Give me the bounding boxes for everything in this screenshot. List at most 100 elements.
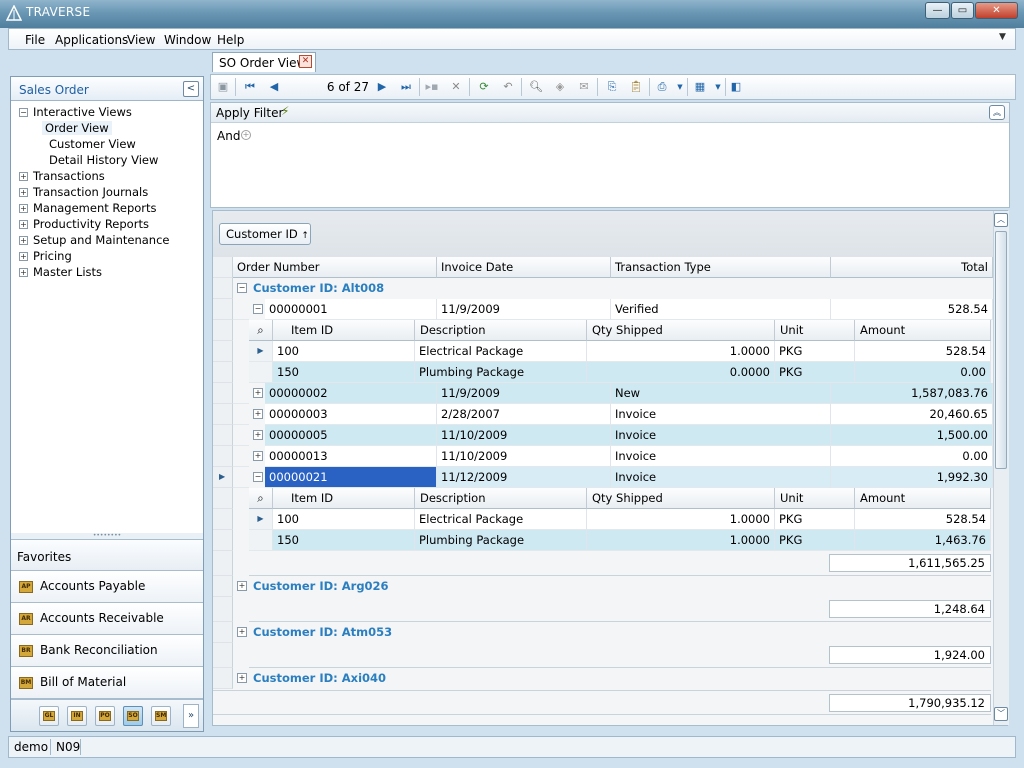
expand-icon[interactable]: + <box>19 220 28 229</box>
previous-record-icon[interactable]: ◀ <box>267 80 281 94</box>
qty-shipped[interactable]: 1.0000 <box>587 509 775 530</box>
detail-header-unit[interactable]: Unit <box>775 320 855 341</box>
detail-header-item-id[interactable]: Item ID <box>273 488 415 509</box>
order-number[interactable]: 00000013 <box>265 446 437 467</box>
export-icon[interactable]: ⎙ <box>655 80 669 94</box>
order-number[interactable]: 00000001 <box>265 299 437 320</box>
nav-bank-reconciliation[interactable]: BR Bank Reconciliation <box>11 635 203 667</box>
tree-node-master-lists[interactable]: + Master Lists <box>19 265 102 279</box>
invoice-date[interactable]: 11/12/2009 <box>437 467 611 488</box>
column-header-total[interactable]: Total <box>831 257 993 278</box>
layout-icon[interactable]: ▦ <box>693 80 707 94</box>
column-header-invoice-date[interactable]: Invoice Date <box>437 257 611 278</box>
tree-node-management-reports[interactable]: + Management Reports <box>19 201 157 215</box>
invoice-date[interactable]: 11/9/2009 <box>437 383 611 404</box>
last-record-icon[interactable]: ⏭ <box>399 80 413 94</box>
order-row[interactable]: −00000001 11/9/2009 Verified 528.54 <box>213 299 993 320</box>
item-id[interactable]: 150 <box>273 362 415 383</box>
transaction-type[interactable]: Invoice <box>611 404 831 425</box>
row-selector[interactable] <box>213 299 233 320</box>
menu-help[interactable]: Help <box>217 33 244 47</box>
collapse-panel-button[interactable]: < <box>183 81 199 97</box>
order-number[interactable]: 00000005 <box>265 425 437 446</box>
tree-node-transaction-journals[interactable]: + Transaction Journals <box>19 185 148 199</box>
order-number[interactable]: 00000003 <box>265 404 437 425</box>
export-dropdown-icon[interactable]: ▼ <box>673 80 687 94</box>
qty-shipped[interactable]: 1.0000 <box>587 341 775 362</box>
module-gl-button[interactable]: GL <box>39 706 59 726</box>
order-expand-icon[interactable]: + <box>253 430 263 440</box>
detail-header-description[interactable]: Description <box>415 320 587 341</box>
item-description[interactable]: Electrical Package <box>415 509 587 530</box>
filter-and-operator[interactable]: And <box>217 129 240 143</box>
nav-bill-of-material[interactable]: BM Bill of Material <box>11 667 203 699</box>
detail-row[interactable]: 150 Plumbing Package 1.0000 PKG 1,463.76 <box>213 530 991 551</box>
layout-dropdown-icon[interactable]: ▼ <box>711 80 725 94</box>
first-record-icon[interactable]: ⏮ <box>243 80 257 94</box>
paste-icon[interactable]: 📋︎ <box>629 80 643 94</box>
invoice-date[interactable]: 11/9/2009 <box>437 299 611 320</box>
detail-header-row[interactable]: ⌕ Item ID Description Qty Shipped Unit Amount <box>213 488 991 509</box>
column-header-transaction-type[interactable]: Transaction Type <box>611 257 831 278</box>
tab-so-order-view[interactable]: SO Order View ✕ <box>212 52 316 72</box>
group-row[interactable]: − Customer ID: Alt008 <box>213 278 991 299</box>
apply-filter-icon[interactable]: ⚡ <box>281 104 297 120</box>
apply-filter-label[interactable]: Apply Filter <box>216 106 283 120</box>
amount[interactable]: 528.54 <box>855 509 991 530</box>
menu-view[interactable]: View <box>127 33 155 47</box>
close-tab-icon[interactable]: ✕ <box>299 55 312 68</box>
order-expand-icon[interactable]: + <box>253 409 263 419</box>
group-by-customer-id[interactable]: Customer ID ↑ <box>219 223 311 245</box>
item-id[interactable]: 100 <box>273 509 415 530</box>
group-row[interactable]: + Customer ID: Arg026 <box>213 576 991 597</box>
close-window-button[interactable]: ✕ <box>975 2 1018 19</box>
tree-node-productivity-reports[interactable]: + Productivity Reports <box>19 217 149 231</box>
order-row[interactable]: +00000013 11/10/2009 Invoice 0.00 <box>213 446 993 467</box>
amount[interactable]: 0.00 <box>855 362 991 383</box>
detail-row-selector[interactable] <box>249 530 273 551</box>
order-total[interactable]: 528.54 <box>831 299 993 320</box>
scroll-thumb[interactable] <box>995 231 1007 469</box>
minimize-button[interactable]: — <box>925 2 950 19</box>
order-number[interactable]: 00000002 <box>265 383 437 404</box>
nav-accounts-payable[interactable]: AP Accounts Payable <box>11 571 203 603</box>
delete-icon[interactable]: ✕ <box>449 80 463 94</box>
next-record-icon[interactable]: ▶ <box>375 80 389 94</box>
tree-node-pricing[interactable]: + Pricing <box>19 249 72 263</box>
group-row[interactable]: + Customer ID: Axi040 <box>213 668 991 689</box>
order-collapse-icon[interactable]: − <box>253 472 263 482</box>
collapse-icon[interactable]: − <box>19 108 28 117</box>
tree-node-customer-view[interactable]: Customer View <box>49 137 136 151</box>
detail-row-selector[interactable]: ▶ <box>249 509 273 530</box>
expand-icon[interactable]: + <box>19 172 28 181</box>
tree-node-order-view[interactable]: Order View <box>42 121 112 135</box>
tree-node-detail-history-view[interactable]: Detail History View <box>49 153 158 167</box>
copy-icon[interactable]: ⎘ <box>605 80 619 94</box>
scroll-up-icon[interactable]: ︿ <box>994 213 1008 227</box>
expand-icon[interactable]: + <box>19 252 28 261</box>
order-row[interactable]: +00000002 11/9/2009 New 1,587,083.76 <box>213 383 993 404</box>
transaction-type[interactable]: New <box>611 383 831 404</box>
window-icon[interactable]: ◧ <box>729 80 743 94</box>
expand-icon[interactable]: + <box>19 268 28 277</box>
item-description[interactable]: Plumbing Package <box>415 362 587 383</box>
order-row[interactable]: +00000005 11/10/2009 Invoice 1,500.00 <box>213 425 993 446</box>
detail-row[interactable]: 150 Plumbing Package 0.0000 PKG 0.00 <box>213 362 991 383</box>
transaction-type[interactable]: Invoice <box>611 467 831 488</box>
row-selector[interactable]: ▶ <box>213 467 233 488</box>
detail-row[interactable]: ▶ 100 Electrical Package 1.0000 PKG 528.54 <box>213 341 991 362</box>
more-modules-button[interactable]: » <box>183 704 199 728</box>
item-description[interactable]: Plumbing Package <box>415 530 587 551</box>
unit[interactable]: PKG <box>775 362 855 383</box>
item-id[interactable]: 100 <box>273 341 415 362</box>
expand-icon[interactable]: + <box>19 188 28 197</box>
order-total[interactable]: 0.00 <box>831 446 993 467</box>
row-selector[interactable] <box>213 446 233 467</box>
scroll-down-icon[interactable]: ﹀ <box>994 707 1008 721</box>
detail-header-qty-shipped[interactable]: Qty Shipped <box>587 320 775 341</box>
maximize-button[interactable]: ▭ <box>951 2 974 19</box>
group-expand-icon[interactable]: + <box>237 581 247 591</box>
tag-icon[interactable]: ◈ <box>553 80 567 94</box>
order-expand-icon[interactable]: + <box>253 388 263 398</box>
item-id[interactable]: 150 <box>273 530 415 551</box>
